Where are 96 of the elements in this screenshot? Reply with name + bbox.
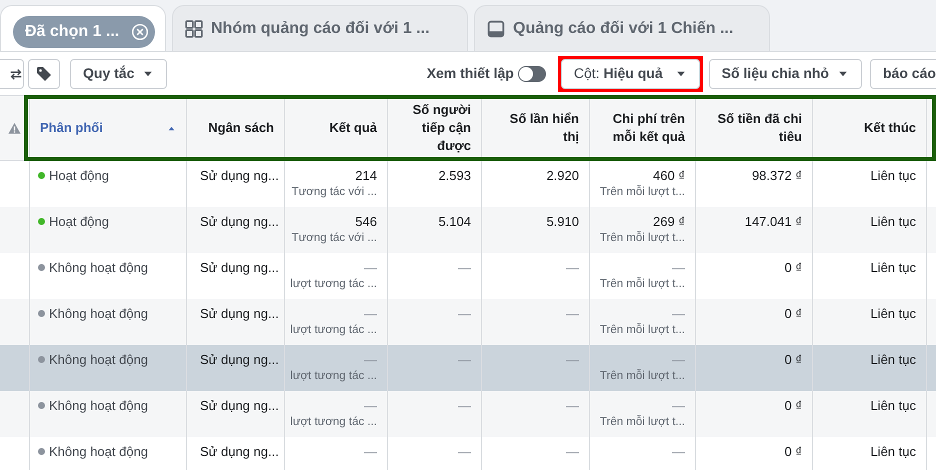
swap-button[interactable] <box>0 58 24 88</box>
table-cell: Sử dụng ng... <box>200 352 279 368</box>
status-text: Không hoạt động <box>49 260 148 276</box>
column-header[interactable]: Kết quả <box>329 119 377 137</box>
table-row[interactable]: Hoạt động Sử dụng ng... 546 Tương tác với ... 5.104 5.910 269 ₫ Trên mỗi lượt t... 147.041 ₫ Liên tục <box>0 207 936 253</box>
table-cell: — <box>458 260 471 276</box>
status-text: Không hoạt động <box>49 398 148 414</box>
status-text: Không hoạt động <box>49 444 148 460</box>
table-cell: 0 ₫ <box>784 444 802 460</box>
table-cell: 147.041 ₫ <box>744 214 802 230</box>
table-cell: — <box>458 398 471 414</box>
table-cell: — <box>458 444 471 460</box>
table-cell: — <box>566 260 579 276</box>
table-cell: 98.372 ₫ <box>752 168 802 184</box>
cell-subtext: Trên mỗi lượt t... <box>600 368 685 384</box>
table-cell: — <box>672 260 685 276</box>
grid-icon <box>185 20 203 38</box>
status-text: Hoạt động <box>49 214 109 230</box>
cell-subtext: Tương tác với ... <box>292 185 377 200</box>
cell-subtext: lượt tương tác ... <box>290 277 377 292</box>
table-cell: Sử dụng ng... <box>200 306 279 322</box>
close-icon <box>131 22 150 40</box>
table-cell: Sử dụng ng... <box>200 444 279 460</box>
table-cell: — <box>364 444 377 460</box>
reports-button[interactable]: báo cáo <box>870 58 936 88</box>
table-cell: — <box>364 306 377 322</box>
table-cell: Liên tục <box>870 444 916 460</box>
tab[interactable]: Nhóm quảng cáo đối với 1 ... <box>172 5 468 51</box>
breakdown-button[interactable]: Số liệu chia nhỏ <box>708 58 862 88</box>
table-cell: 546 <box>355 214 377 230</box>
cell-subtext: lượt tương tác ... <box>290 415 377 430</box>
view-setup-label: Xem thiết lập <box>426 64 514 83</box>
table-cell: Liên tục <box>870 398 916 414</box>
cell-subtext: Trên mỗi lượt t... <box>600 184 685 200</box>
table-cell: Sử dụng ng... <box>200 168 279 184</box>
table-cell: — <box>672 306 685 322</box>
table-cell: — <box>458 306 471 322</box>
table-cell: — <box>566 306 579 322</box>
toggle-switch[interactable] <box>518 66 546 82</box>
column-header[interactable]: Chi phí trên mỗi kết quả <box>600 110 685 146</box>
chip-label: Đã chọn 1 ... <box>25 22 120 42</box>
table-cell: 5.910 <box>546 214 579 230</box>
table-cell: — <box>672 444 685 460</box>
rules-button[interactable]: Quy tắc <box>70 58 168 88</box>
table-cell: — <box>566 352 579 368</box>
table-cell: Sử dụng ng... <box>200 398 279 414</box>
table-cell: — <box>364 398 377 414</box>
table-cell: 214 <box>355 168 377 184</box>
column-header[interactable]: Kết thúc <box>864 119 916 137</box>
table-cell: 0 ₫ <box>784 260 802 276</box>
table-cell: 0 ₫ <box>784 306 802 322</box>
table-cell: Sử dụng ng... <box>200 214 279 230</box>
table-cell: — <box>364 260 377 276</box>
table-cell: Liên tục <box>870 306 916 322</box>
table-cell: 2.920 <box>546 168 579 184</box>
column-header[interactable]: Số lần hiển thị <box>492 110 579 146</box>
table-cell: 0 ₫ <box>784 398 802 414</box>
table-row[interactable]: Không hoạt động Sử dụng ng... — lượt tương tác ... — — — Trên mỗi lượt t... 0 ₫ Liên tục <box>0 299 936 345</box>
table-cell: — <box>458 352 471 368</box>
table-cell: 269 ₫ <box>653 214 685 230</box>
table-cell: Sử dụng ng... <box>200 260 279 276</box>
status-text: Không hoạt động <box>49 352 148 368</box>
status-text: Hoạt động <box>49 168 109 184</box>
table-cell: Liên tục <box>870 260 916 276</box>
ad-icon <box>487 20 505 38</box>
warning-icon <box>8 122 21 134</box>
cell-subtext: Tương tác với ... <box>292 231 377 246</box>
cell-subtext: Trên mỗi lượt t... <box>600 414 685 430</box>
tag-button[interactable] <box>28 58 60 88</box>
table-cell: 0 ₫ <box>784 352 802 368</box>
column-header[interactable]: Số người tiếp cận được <box>398 101 471 155</box>
tab[interactable]: Quảng cáo đối với 1 Chiến ... <box>474 5 770 51</box>
table-cell: — <box>672 352 685 368</box>
table-cell: Liên tục <box>870 168 916 184</box>
table-cell: — <box>566 444 579 460</box>
table-cell: — <box>364 352 377 368</box>
table-cell: — <box>566 398 579 414</box>
cell-subtext: Trên mỗi lượt t... <box>600 230 685 246</box>
columns-button[interactable]: Cột: Hiệu quả <box>560 58 700 88</box>
table-cell: 5.104 <box>438 214 471 230</box>
cell-subtext: Trên mỗi lượt t... <box>600 276 685 292</box>
status-text: Không hoạt động <box>49 306 148 322</box>
tag-icon <box>36 66 52 82</box>
column-header[interactable]: Phân phối <box>40 119 103 137</box>
table-cell: 2.593 <box>438 168 471 184</box>
table-row[interactable]: Không hoạt động Sử dụng ng... — lượt tương tác ... — — — Trên mỗi lượt t... 0 ₫ Liên tục <box>0 391 936 437</box>
table-row[interactable]: Không hoạt động Sử dụng ng... — lượt tương tác ... — — — Trên mỗi lượt t... 0 ₫ Liên tục <box>0 345 936 391</box>
table-cell: — <box>672 398 685 414</box>
column-header[interactable]: Số tiền đã chi tiêu <box>706 110 802 146</box>
column-header[interactable]: Ngân sách <box>208 119 274 137</box>
table-cell: Liên tục <box>870 214 916 230</box>
cell-subtext: lượt tương tác ... <box>290 323 377 338</box>
table-cell: 460 ₫ <box>653 168 685 184</box>
table-cell: Liên tục <box>870 352 916 368</box>
cell-subtext: Trên mỗi lượt t... <box>600 322 685 338</box>
cell-subtext: lượt tương tác ... <box>290 369 377 384</box>
